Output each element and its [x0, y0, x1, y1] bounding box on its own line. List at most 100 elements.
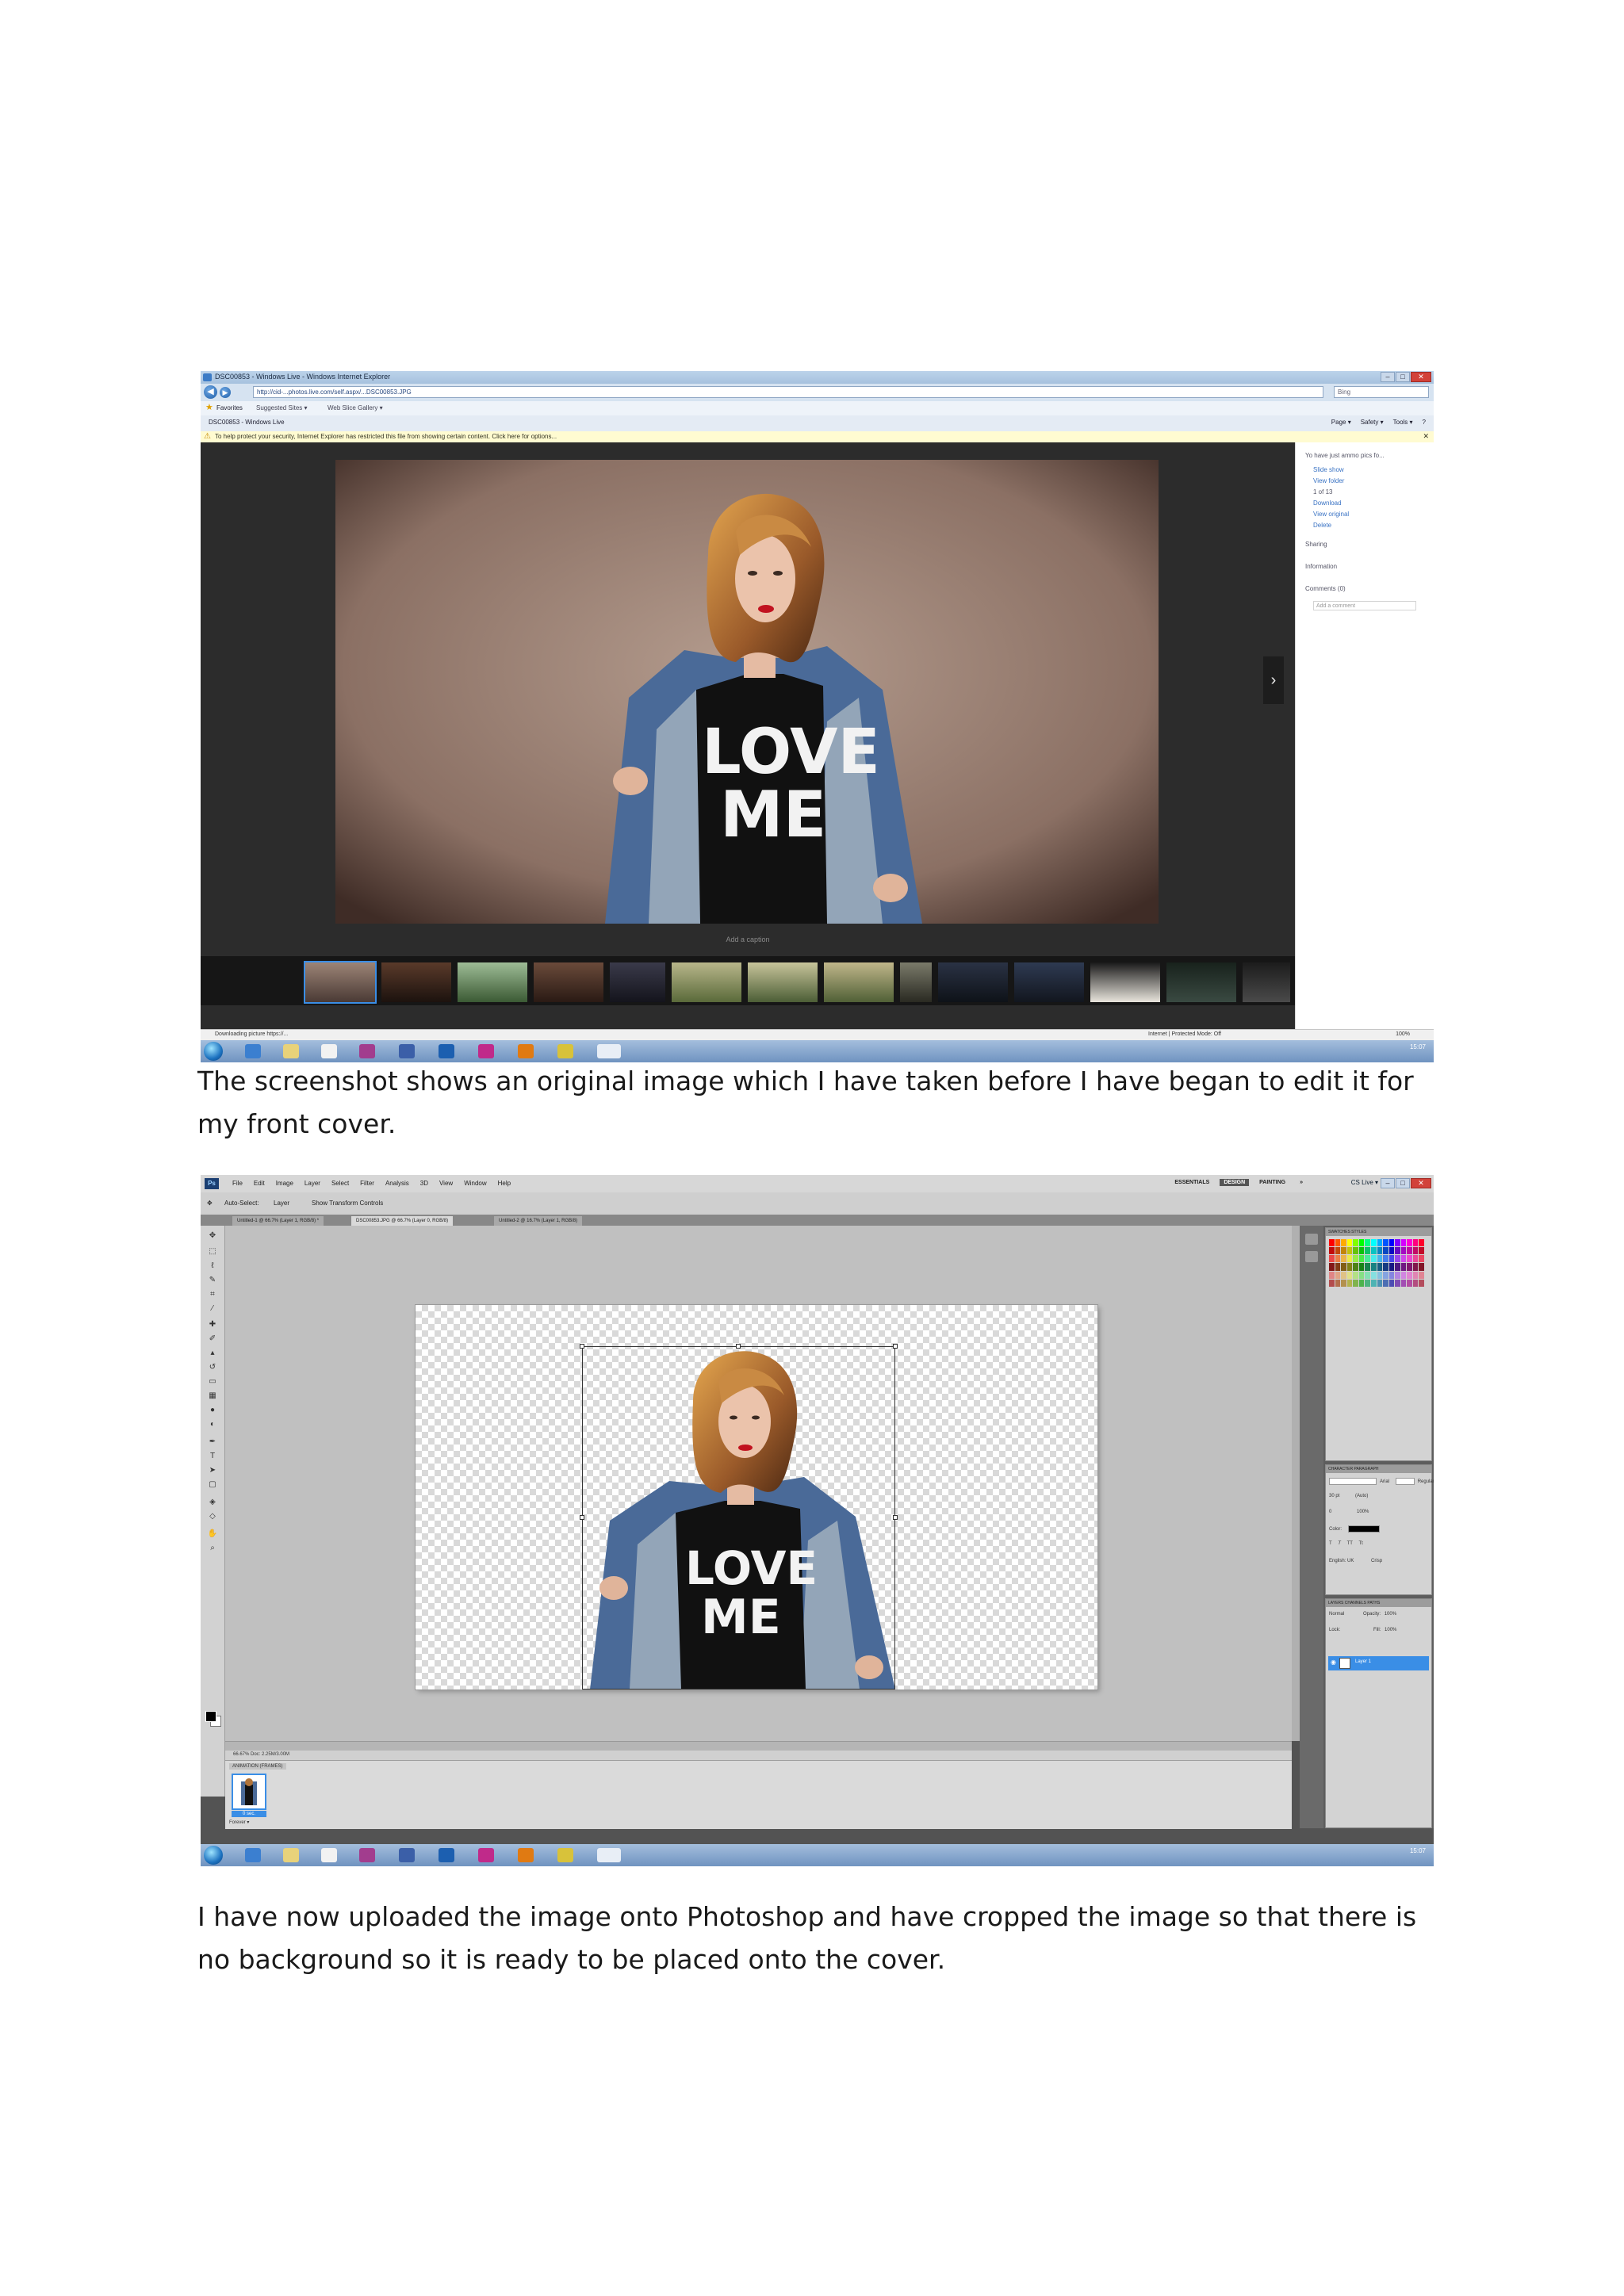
show-transform-checkbox[interactable]: Show Transform Controls: [312, 1200, 383, 1207]
tools-menu[interactable]: Tools ▾: [1393, 419, 1413, 426]
blend-mode-select[interactable]: Normal: [1329, 1612, 1344, 1617]
filmstrip-thumbnail[interactable]: [458, 962, 527, 1002]
swatch-cell[interactable]: [1370, 1239, 1377, 1247]
swatch-cell[interactable]: [1407, 1255, 1412, 1263]
explorer-taskbar-icon[interactable]: [283, 1848, 299, 1862]
workspace-design[interactable]: DESIGN: [1220, 1179, 1250, 1186]
swatch-cell[interactable]: [1370, 1271, 1377, 1279]
filmstrip-thumbnail[interactable]: [1090, 962, 1160, 1002]
frame-delay[interactable]: 0 sec.: [232, 1811, 266, 1817]
app-taskbar-icon[interactable]: [597, 1044, 621, 1058]
character-panel-tabs[interactable]: CHARACTER PARAGRAPH: [1326, 1465, 1431, 1473]
swatch-cell[interactable]: [1407, 1239, 1412, 1247]
3d-tool-icon[interactable]: ◈: [206, 1497, 219, 1507]
auto-select-dropdown[interactable]: Layer: [274, 1200, 289, 1207]
swatch-cell[interactable]: [1395, 1263, 1400, 1271]
tracking-value[interactable]: 0: [1329, 1510, 1331, 1514]
swatch-cell[interactable]: [1383, 1247, 1388, 1255]
shape-tool-icon[interactable]: ▢: [206, 1479, 219, 1490]
swatch-cell[interactable]: [1358, 1239, 1365, 1247]
swatch-cell[interactable]: [1346, 1279, 1353, 1287]
swatch-cell[interactable]: [1383, 1271, 1388, 1279]
crop-tool-icon[interactable]: ⌗: [206, 1289, 219, 1299]
font-family-select[interactable]: [1329, 1478, 1377, 1485]
swatch-cell[interactable]: [1400, 1239, 1407, 1247]
menu-layer[interactable]: Layer: [304, 1180, 320, 1187]
swatch-cell[interactable]: [1358, 1263, 1365, 1271]
filmstrip-thumbnail[interactable]: [824, 962, 894, 1002]
blur-tool-icon[interactable]: ●: [206, 1405, 219, 1415]
layers-panel-tabs[interactable]: LAYERS CHANNELS PATHS: [1326, 1599, 1431, 1607]
swatch-cell[interactable]: [1407, 1279, 1412, 1287]
app-taskbar-icon[interactable]: [399, 1044, 415, 1058]
leading-value[interactable]: (Auto): [1355, 1494, 1368, 1498]
loop-option[interactable]: Forever ▾: [229, 1820, 249, 1825]
swatch-cell[interactable]: [1412, 1247, 1419, 1255]
menu-window[interactable]: Window: [464, 1180, 486, 1187]
start-orb-icon[interactable]: [204, 1042, 223, 1061]
swatch-cell[interactable]: [1353, 1239, 1358, 1247]
foreground-color-swatch[interactable]: [205, 1711, 216, 1722]
swatch-cell[interactable]: [1419, 1279, 1424, 1287]
3d-camera-tool-icon[interactable]: ◇: [206, 1511, 219, 1521]
ie-taskbar-icon[interactable]: [245, 1848, 261, 1862]
swatch-cell[interactable]: [1407, 1247, 1412, 1255]
swatch-cell[interactable]: [1329, 1247, 1335, 1255]
swatch-cell[interactable]: [1388, 1255, 1395, 1263]
transform-handle[interactable]: [736, 1344, 741, 1349]
swatch-cell[interactable]: [1329, 1255, 1335, 1263]
swatch-grid[interactable]: [1329, 1239, 1424, 1287]
filmstrip-thumbnail[interactable]: [304, 961, 377, 1004]
ie-taskbar-icon[interactable]: [245, 1044, 261, 1058]
filmstrip-thumbnail[interactable]: [748, 962, 818, 1002]
swatch-cell[interactable]: [1346, 1247, 1353, 1255]
app-taskbar-icon[interactable]: [557, 1044, 573, 1058]
swatch-cell[interactable]: [1388, 1239, 1395, 1247]
close-icon[interactable]: ✕: [1423, 432, 1429, 441]
anti-alias-select[interactable]: Crisp: [1371, 1559, 1382, 1563]
filmstrip-thumbnail[interactable]: [1243, 962, 1290, 1002]
swatch-cell[interactable]: [1377, 1255, 1383, 1263]
pen-tool-icon[interactable]: ✒: [206, 1437, 219, 1447]
filmstrip-thumbnail[interactable]: [1014, 962, 1084, 1002]
font-style-select[interactable]: [1395, 1478, 1415, 1485]
swatch-cell[interactable]: [1407, 1271, 1412, 1279]
transform-handle[interactable]: [893, 1344, 898, 1349]
auto-select-label[interactable]: Auto-Select:: [224, 1200, 259, 1207]
forward-icon[interactable]: ▶: [220, 387, 231, 398]
fill-value[interactable]: 100%: [1385, 1628, 1396, 1632]
photoshop-taskbar-icon[interactable]: [439, 1044, 454, 1058]
caption-field[interactable]: Add a caption: [201, 936, 1295, 943]
information-bar[interactable]: ⚠ To help protect your security, Interne…: [201, 431, 1434, 443]
menu-filter[interactable]: Filter: [360, 1180, 374, 1187]
brush-tool-icon[interactable]: ✐: [206, 1334, 219, 1344]
swatch-cell[interactable]: [1335, 1247, 1341, 1255]
swatch-cell[interactable]: [1377, 1279, 1383, 1287]
swatch-cell[interactable]: [1358, 1271, 1365, 1279]
font-size-value[interactable]: 30 pt: [1329, 1494, 1339, 1498]
type-tool-icon[interactable]: T: [206, 1451, 219, 1461]
swatch-cell[interactable]: [1358, 1255, 1365, 1263]
safety-menu[interactable]: Safety ▾: [1361, 419, 1384, 426]
delete-link[interactable]: Delete: [1313, 522, 1331, 529]
swatch-cell[interactable]: [1412, 1271, 1419, 1279]
swatch-cell[interactable]: [1377, 1271, 1383, 1279]
zoom-tool-icon[interactable]: ⌕: [206, 1543, 219, 1553]
search-input[interactable]: Bing: [1334, 386, 1429, 398]
swatch-cell[interactable]: [1341, 1247, 1346, 1255]
cs-live-button[interactable]: CS Live ▾: [1351, 1179, 1378, 1186]
swatch-cell[interactable]: [1358, 1279, 1365, 1287]
app-taskbar-icon[interactable]: [359, 1848, 375, 1862]
swatch-cell[interactable]: [1329, 1279, 1335, 1287]
path-select-tool-icon[interactable]: ➤: [206, 1465, 219, 1475]
swatch-cell[interactable]: [1335, 1279, 1341, 1287]
comments-section[interactable]: Comments (0): [1305, 585, 1346, 592]
transform-bounding-box[interactable]: [582, 1346, 895, 1689]
swatch-cell[interactable]: [1341, 1279, 1346, 1287]
swatch-cell[interactable]: [1388, 1263, 1395, 1271]
eraser-tool-icon[interactable]: ▭: [206, 1376, 219, 1387]
swatch-cell[interactable]: [1412, 1279, 1419, 1287]
swatch-cell[interactable]: [1365, 1247, 1370, 1255]
view-original-link[interactable]: View original: [1313, 511, 1349, 518]
menu-help[interactable]: Help: [498, 1180, 511, 1187]
